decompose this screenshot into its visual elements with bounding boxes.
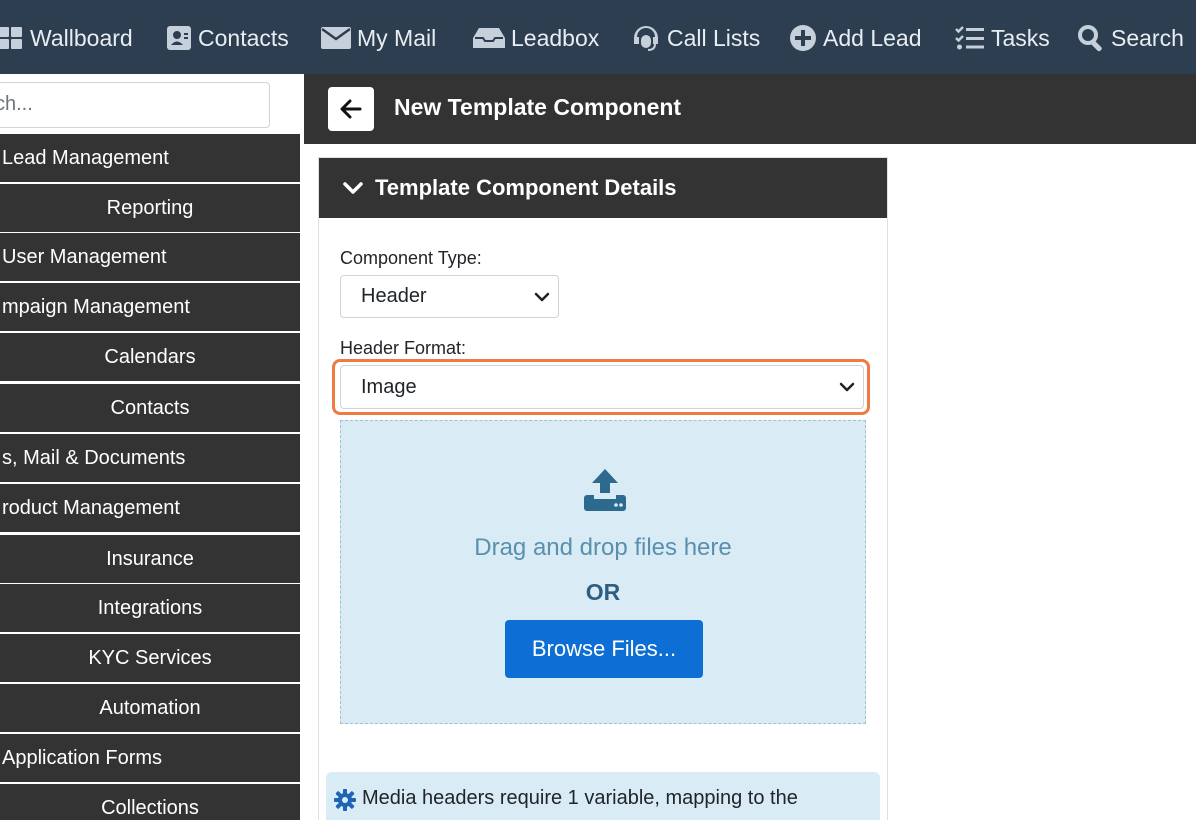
nav-wallboard[interactable]: Wallboard: [0, 20, 133, 56]
header-format-label: Header Format:: [340, 338, 467, 358]
sidebar-item-label: Reporting: [106, 196, 194, 219]
component-type-select[interactable]: Header: [340, 275, 559, 318]
arrow-left-icon: [340, 99, 362, 119]
sidebar-item-label: Application Forms: [2, 746, 163, 769]
sidebar-search-input[interactable]: ch...: [0, 82, 270, 128]
nav-leadbox[interactable]: Leadbox: [473, 20, 599, 56]
app-frame: Wallboard Contacts My Mail Leadbox Call …: [0, 0, 1200, 820]
nav-contacts[interactable]: Contacts: [166, 20, 289, 56]
headset-icon: [634, 26, 658, 51]
card-title: Template Component Details: [375, 175, 677, 200]
search-icon: [1078, 25, 1102, 52]
sidebar-item-application-forms[interactable]: Application Forms: [0, 734, 300, 782]
sidebar-item-campaign-management[interactable]: mpaign Management: [0, 283, 300, 331]
browse-files-button[interactable]: Browse Files...: [505, 620, 703, 678]
nav-search[interactable]: Search: [1077, 20, 1184, 56]
sidebar-item-product-management[interactable]: roduct Management: [0, 484, 300, 532]
inbox-icon: [473, 28, 505, 48]
dropzone-text: Drag and drop files here: [474, 534, 732, 561]
nav-contacts-label: Contacts: [198, 24, 289, 51]
sidebar-item-label: Collections: [101, 796, 199, 819]
sidebar-item-lead-management[interactable]: Lead Management: [0, 134, 300, 182]
template-component-card: Template Component Details Component Typ…: [318, 157, 888, 820]
top-navigation: Wallboard Contacts My Mail Leadbox Call …: [0, 0, 1196, 74]
file-dropzone[interactable]: Drag and drop files here OR Browse Files…: [340, 420, 866, 724]
contact-card-icon: [167, 26, 191, 50]
sidebar-item-contacts[interactable]: Contacts: [0, 384, 300, 432]
sidebar-item-integrations[interactable]: Integrations: [0, 584, 300, 632]
component-type-value: Header: [361, 285, 427, 307]
sidebar-item-automation[interactable]: Automation: [0, 684, 300, 732]
nav-search-label: Search: [1111, 24, 1184, 51]
header-format-value: Image: [361, 375, 417, 398]
sidebar-item-label: Automation: [99, 696, 201, 719]
chevron-down-icon: [343, 182, 363, 194]
nav-call-lists[interactable]: Call Lists: [631, 20, 760, 56]
gear-icon: [334, 789, 356, 811]
sidebar-item-label: Calendars: [104, 345, 196, 368]
sidebar-item-reporting[interactable]: Reporting: [0, 184, 300, 232]
nav-tasks[interactable]: Tasks: [955, 20, 1050, 56]
sidebar-item-user-management[interactable]: User Management: [0, 233, 300, 281]
sidebar-item-collections[interactable]: Collections: [0, 784, 300, 820]
tasks-icon: [955, 26, 984, 50]
sidebar-item-mail-documents[interactable]: s, Mail & Documents: [0, 434, 300, 482]
sidebar-item-label: KYC Services: [88, 646, 212, 669]
sidebar-item-label: User Management: [2, 245, 167, 268]
component-type-label: Component Type:: [340, 248, 482, 268]
page-title: New Template Component: [394, 94, 682, 120]
nav-my-mail[interactable]: My Mail: [321, 20, 436, 56]
sidebar-search-placeholder: ch...: [0, 93, 33, 115]
chevron-down-icon: [534, 292, 550, 301]
header-format-select[interactable]: Image: [340, 365, 864, 409]
sidebar-item-insurance[interactable]: Insurance: [0, 535, 300, 583]
sidebar-item-label: s, Mail & Documents: [2, 446, 186, 469]
nav-wallboard-label: Wallboard: [30, 24, 133, 51]
nav-call-lists-label: Call Lists: [667, 24, 761, 51]
back-button[interactable]: [328, 87, 374, 131]
grid-icon: [0, 27, 22, 49]
nav-my-mail-label: My Mail: [357, 24, 437, 51]
sidebar-item-label: Integrations: [97, 596, 203, 619]
dropzone-or: OR: [585, 579, 621, 605]
sidebar-item-label: roduct Management: [2, 496, 180, 519]
sidebar-item-label: Contacts: [110, 396, 190, 419]
card-header[interactable]: Template Component Details: [319, 158, 887, 218]
sidebar-item-kyc-services[interactable]: KYC Services: [0, 634, 300, 682]
sidebar-item-calendars[interactable]: Calendars: [0, 333, 300, 381]
sidebar-item-label: mpaign Management: [2, 295, 190, 318]
upload-icon: [584, 469, 626, 511]
nav-add-lead-label: Add Lead: [823, 24, 922, 51]
sidebar-item-label: Insurance: [106, 547, 194, 570]
info-text: Media headers require 1 variable, mappin…: [362, 787, 798, 809]
sidebar-item-label: Lead Management: [2, 146, 169, 169]
nav-add-lead[interactable]: Add Lead: [789, 20, 921, 56]
nav-tasks-label: Tasks: [991, 24, 1050, 51]
info-alert: Media headers require 1 variable, mappin…: [326, 772, 880, 820]
sidebar: ch... Lead Management Reporting User Man…: [0, 74, 304, 820]
envelope-icon: [321, 27, 351, 49]
page-header: New Template Component: [304, 74, 1196, 144]
plus-circle-icon: [790, 25, 816, 51]
nav-leadbox-label: Leadbox: [511, 24, 600, 51]
chevron-down-icon: [839, 382, 855, 392]
